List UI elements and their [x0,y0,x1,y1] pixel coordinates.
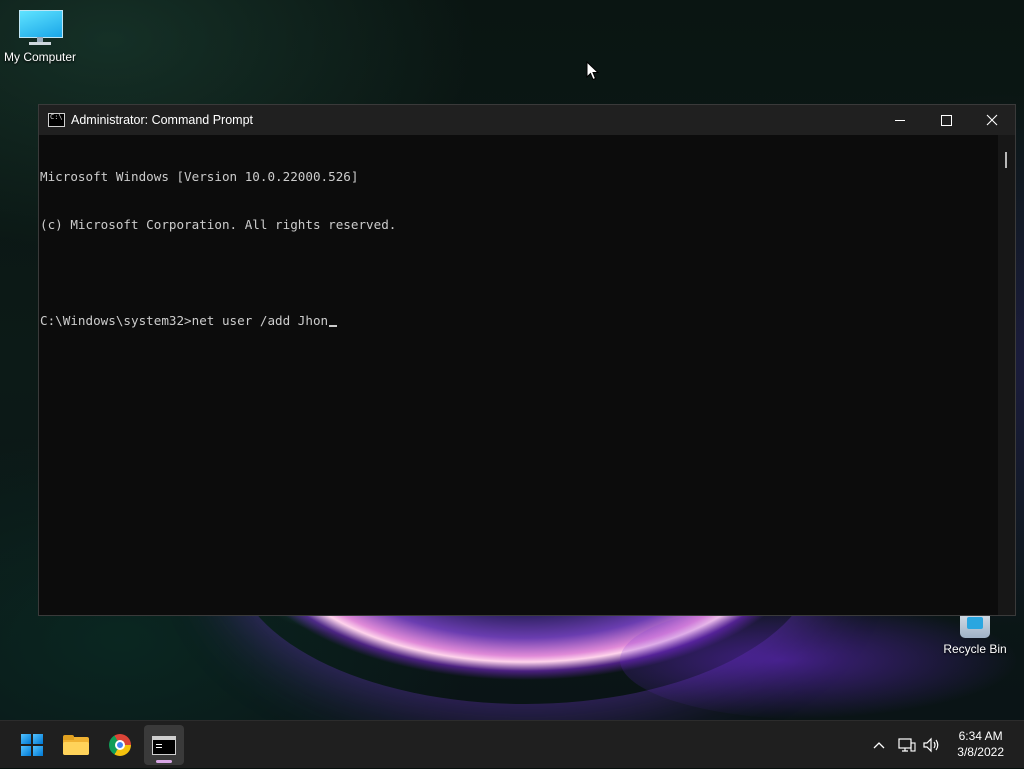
minimize-button[interactable] [877,105,923,135]
vertical-scrollbar[interactable] [998,135,1015,615]
chevron-up-icon [873,742,885,749]
console-output[interactable]: Microsoft Windows [Version 10.0.22000.52… [39,135,999,615]
volume-icon [923,737,939,753]
maximize-icon [940,114,952,126]
clock-date: 3/8/2022 [957,745,1004,759]
desktop-icon-my-computer[interactable]: My Computer [2,8,78,64]
chrome-icon [109,734,131,756]
network-button[interactable] [896,721,918,769]
maximize-button[interactable] [923,105,969,135]
taskbar-command-prompt[interactable] [144,725,184,765]
volume-button[interactable] [920,721,942,769]
window-title: Administrator: Command Prompt [71,113,254,127]
close-icon [986,114,998,126]
folder-icon [63,735,89,755]
cmd-icon [48,113,65,127]
cmd-icon [152,735,176,755]
text-cursor [329,325,338,327]
taskbar-chrome[interactable] [100,725,140,765]
desktop-icon-label: My Computer [3,50,77,64]
windows-logo-icon [21,734,43,756]
taskbar-clock[interactable]: 6:34 AM 3/8/2022 [957,728,1004,760]
clock-time: 6:34 AM [958,729,1003,743]
window-titlebar[interactable]: Administrator: Command Prompt [39,105,1015,135]
desktop-icon-label: Recycle Bin [943,642,1007,656]
close-button[interactable] [969,105,1015,135]
minimize-icon [895,119,905,121]
console-input-line[interactable]: C:\Windows\system32>net user /add Jhon [40,313,999,329]
monitor-icon [19,8,63,46]
start-button[interactable] [12,725,52,765]
desktop: My Computer Recycle Bin Administrator: C… [0,0,1024,720]
active-app-indicator [156,760,172,763]
taskbar-file-explorer[interactable] [56,725,96,765]
console-line: (c) Microsoft Corporation. All rights re… [40,217,397,232]
scrollbar-thumb[interactable] [1005,152,1007,168]
taskbar: 6:34 AM 3/8/2022 [0,720,1024,768]
network-icon [898,738,916,752]
show-hidden-icons-button[interactable] [868,721,890,769]
command-prompt-window[interactable]: Administrator: Command Prompt Microsoft … [38,104,1016,616]
console-command-text: C:\Windows\system32>net user /add Jhon [40,313,329,328]
console-line: Microsoft Windows [Version 10.0.22000.52… [40,169,359,184]
